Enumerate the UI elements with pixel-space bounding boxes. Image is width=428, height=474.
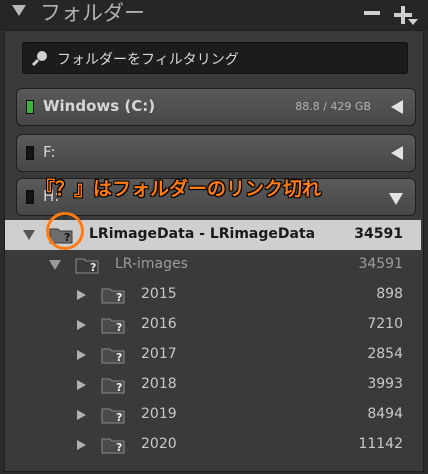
chevron-down-icon[interactable] (408, 19, 418, 25)
folder-count: 8494 (367, 406, 403, 422)
expand-arrow-icon[interactable] (391, 100, 403, 114)
expand-triangle-icon[interactable] (77, 410, 86, 420)
folder-filter-input[interactable]: フォルダーをフィルタリング (22, 42, 408, 74)
folder-count: 3993 (367, 376, 403, 392)
folder-row-2020[interactable]: ? 2020 11142 (5, 430, 421, 460)
search-icon (31, 51, 47, 67)
folder-row-2019[interactable]: ? 2019 8494 (5, 400, 421, 430)
expand-triangle-icon[interactable] (77, 290, 86, 300)
folder-label: 2020 (141, 436, 177, 452)
folder-row-lr-images[interactable]: ? LR-images 34591 (5, 250, 421, 280)
volume-f[interactable]: F: (16, 134, 416, 172)
folder-count: 11142 (358, 436, 403, 452)
folder-label: 2019 (141, 406, 177, 422)
expand-triangle-icon[interactable] (77, 320, 86, 330)
folder-label: LR-images (115, 256, 188, 272)
expand-triangle-icon[interactable] (77, 350, 86, 360)
volume-online-indicator (26, 100, 34, 114)
svg-text:?: ? (116, 381, 122, 394)
folder-count: 7210 (367, 316, 403, 332)
collapse-arrow-icon[interactable] (389, 193, 403, 205)
folders-panel-header[interactable]: フォルダー (0, 0, 428, 30)
folder-row-2018[interactable]: ? 2018 3993 (5, 370, 421, 400)
volume-windows-c[interactable]: Windows (C:) 88.8 / 429 GB (16, 88, 416, 126)
annotation-missing-link: 『？』はフォルダーのリンク切れ (36, 178, 322, 200)
svg-text:?: ? (116, 291, 122, 304)
missing-folder-icon: ? (101, 438, 125, 454)
svg-text:?: ? (116, 321, 122, 334)
expand-arrow-icon[interactable] (391, 146, 403, 160)
folder-label: LRimageData - LRimageData (89, 226, 316, 242)
volume-offline-indicator (26, 190, 34, 204)
folder-label: 2018 (141, 376, 177, 392)
annotation-circle (46, 212, 84, 250)
folder-count: 2854 (367, 346, 403, 362)
volume-name: Windows (C:) (43, 97, 156, 115)
remove-folder-icon[interactable] (364, 11, 380, 15)
folder-label: 2016 (141, 316, 177, 332)
expand-triangle-icon[interactable] (77, 380, 86, 390)
folder-row-2016[interactable]: ? 2016 7210 (5, 310, 421, 340)
folder-row-2017[interactable]: ? 2017 2854 (5, 340, 421, 370)
search-placeholder: フォルダーをフィルタリング (57, 52, 239, 68)
folder-count: 34591 (358, 256, 403, 272)
expand-triangle-icon[interactable] (77, 440, 86, 450)
folder-row-2015[interactable]: ? 2015 898 (5, 280, 421, 310)
missing-folder-icon: ? (101, 408, 125, 424)
volume-name: F: (43, 143, 56, 161)
missing-folder-icon: ? (101, 288, 125, 304)
expand-triangle-icon[interactable] (49, 260, 61, 270)
svg-text:?: ? (90, 261, 96, 274)
svg-text:?: ? (116, 441, 122, 454)
missing-folder-icon: ? (101, 318, 125, 334)
folder-label: 2015 (141, 286, 177, 302)
folder-count: 34591 (354, 226, 403, 242)
expand-triangle-icon[interactable] (23, 230, 35, 240)
volume-size: 88.8 / 429 GB (295, 100, 371, 113)
missing-folder-icon: ? (75, 258, 99, 274)
missing-folder-icon: ? (101, 378, 125, 394)
folder-count: 898 (376, 286, 403, 302)
panel-title: フォルダー (40, 1, 145, 25)
add-folder-icon[interactable] (394, 4, 420, 26)
volume-offline-indicator (26, 146, 34, 160)
folder-label: 2017 (141, 346, 177, 362)
svg-text:?: ? (116, 351, 122, 364)
missing-folder-icon: ? (101, 348, 125, 364)
svg-text:?: ? (116, 411, 122, 424)
collapse-triangle-icon[interactable] (12, 5, 26, 16)
